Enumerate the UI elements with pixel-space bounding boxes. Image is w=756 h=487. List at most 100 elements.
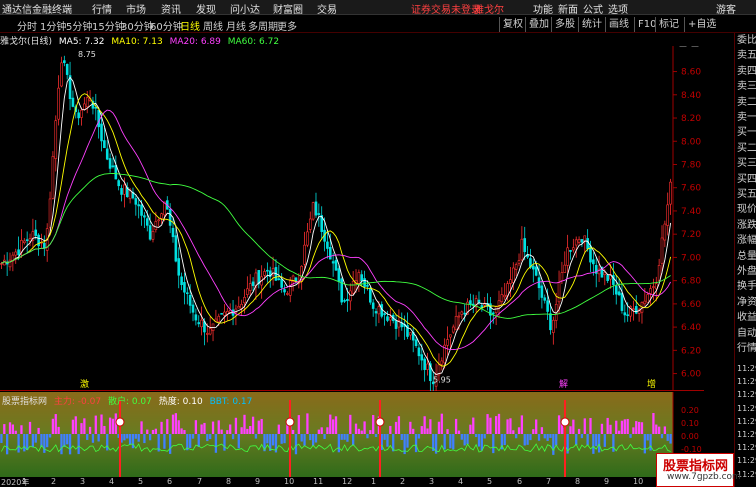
adjust-button[interactable]: 复权 [499, 17, 526, 32]
period-daily[interactable]: 日线 [180, 18, 200, 33]
login-warning[interactable]: 证券交易未登录 [411, 1, 481, 16]
quote-label: 买五 [737, 189, 756, 200]
period-intraday[interactable]: 分时 [17, 18, 37, 33]
menu-options[interactable]: 选项 [608, 1, 628, 16]
period-more[interactable]: 更多 [277, 18, 297, 33]
date-tick: 4 [458, 477, 464, 486]
candle-body [463, 312, 466, 315]
quote-label: 涨跌 [737, 219, 756, 231]
draw-line-button[interactable]: 画线 [605, 17, 632, 32]
candle-body [606, 274, 609, 281]
indicator-tick-label: 0.10 [681, 419, 699, 428]
quote-label: 买一 [737, 127, 756, 139]
candle-body [360, 274, 364, 282]
period-toolbar: 分时 1分钟 5分钟 15分钟 30分钟 60分钟 日线 周线 月线 多周期 更… [0, 17, 756, 33]
menu-function[interactable]: 功能 [533, 1, 553, 16]
guest-login[interactable]: 游客 [716, 1, 736, 16]
menu-market[interactable]: 市场 [126, 1, 146, 16]
candle-body [549, 313, 552, 331]
period-60min[interactable]: 60分钟 [150, 18, 183, 33]
candle-body [251, 281, 255, 286]
candle-body [263, 271, 266, 276]
candle-body [494, 306, 498, 314]
menu-formula[interactable]: 公式 [583, 1, 603, 16]
candle-body [103, 140, 106, 149]
candle-body [57, 87, 60, 120]
statistics-button[interactable]: 统计 [578, 17, 605, 32]
candlestick-chart[interactable]: 8.60 8.40 8.20 8.00 7.80 7.60 7.40 7.20 7.00 6.80… [0, 46, 704, 391]
overlay-button[interactable]: 叠加 [525, 17, 552, 32]
candle-body [71, 97, 75, 107]
add-watchlist-button[interactable]: +自选 [684, 17, 719, 32]
period-1min[interactable]: 1分钟 [40, 18, 66, 33]
menu-new-page[interactable]: 新面 [558, 1, 578, 16]
candle-body [154, 221, 158, 231]
candle-body [423, 358, 426, 370]
event-mark: 激 [80, 378, 89, 390]
indicator-tick-label: 0.20 [681, 406, 699, 415]
period-30min[interactable]: 30分钟 [121, 18, 154, 33]
candle-body [491, 312, 495, 315]
candle-body [286, 293, 289, 295]
candle-body [377, 306, 381, 315]
mark-button[interactable]: 标记 [655, 17, 682, 32]
quote-label: 行情 [737, 343, 756, 354]
candle-body [460, 311, 464, 315]
candle-body [65, 63, 69, 75]
date-tick: 9 [604, 477, 610, 486]
multi-stock-button[interactable]: 多股 [551, 17, 578, 32]
menu-market-quotes[interactable]: 行情 [92, 1, 112, 16]
menu-news[interactable]: 资讯 [161, 1, 181, 16]
candle-body [194, 314, 198, 321]
candle-body [137, 204, 140, 207]
price-tick-label: 7.60 [681, 184, 701, 194]
candle-body [420, 354, 424, 361]
period-5min[interactable]: 5分钟 [66, 18, 92, 33]
candle-body [48, 198, 52, 228]
candle-body [277, 278, 281, 280]
quote-label: 买四 [737, 173, 756, 185]
menu-trade[interactable]: 交易 [317, 1, 337, 16]
candle-body [552, 319, 555, 333]
signal-dot [560, 417, 570, 427]
candle-body [543, 297, 547, 301]
candle-body [446, 339, 449, 346]
candle-body [145, 218, 149, 226]
menu-discover[interactable]: 发现 [196, 1, 216, 16]
candle-body [240, 303, 243, 309]
date-tick: 5 [138, 477, 144, 486]
period-weekly[interactable]: 周线 [203, 18, 223, 33]
indicator-tick-label: 0.00 [681, 432, 699, 441]
candle-body [457, 315, 461, 318]
price-tick-label: 8.40 [681, 91, 701, 101]
candle-body [583, 235, 587, 242]
candle-body [51, 156, 55, 199]
indicator-legend: 股票指标网 主力: -0.07 散户: 0.07 热度: 0.10 BBT: 0… [2, 394, 256, 407]
candle-body [643, 300, 647, 305]
period-15min[interactable]: 15分钟 [92, 18, 125, 33]
price-tick-label: 6.80 [681, 277, 701, 287]
candle-body [248, 283, 252, 291]
candle-body [603, 272, 607, 275]
menu-ask[interactable]: 问小达 [230, 1, 260, 16]
candle-body [586, 238, 589, 250]
candle-body [451, 326, 455, 333]
candle-body [180, 276, 183, 286]
heat-value: 热度: 0.10 [158, 397, 203, 407]
period-multi[interactable]: 多周期 [248, 18, 278, 33]
candle-body [220, 313, 223, 315]
candle-body [414, 339, 418, 347]
candle-body [148, 225, 152, 240]
candle-body [386, 316, 389, 321]
candle-body [649, 288, 652, 294]
tick-time: 11:29 [737, 430, 756, 439]
candle-body [592, 259, 595, 265]
candle-body [363, 278, 366, 287]
menu-wealth[interactable]: 财富圈 [273, 1, 303, 16]
period-monthly[interactable]: 月线 [226, 18, 246, 33]
candle-body [111, 165, 115, 168]
candle-body [60, 62, 63, 87]
quote-label: 外盘 [737, 266, 756, 277]
quote-label: 收益 [737, 312, 756, 324]
candle-body [337, 268, 341, 282]
